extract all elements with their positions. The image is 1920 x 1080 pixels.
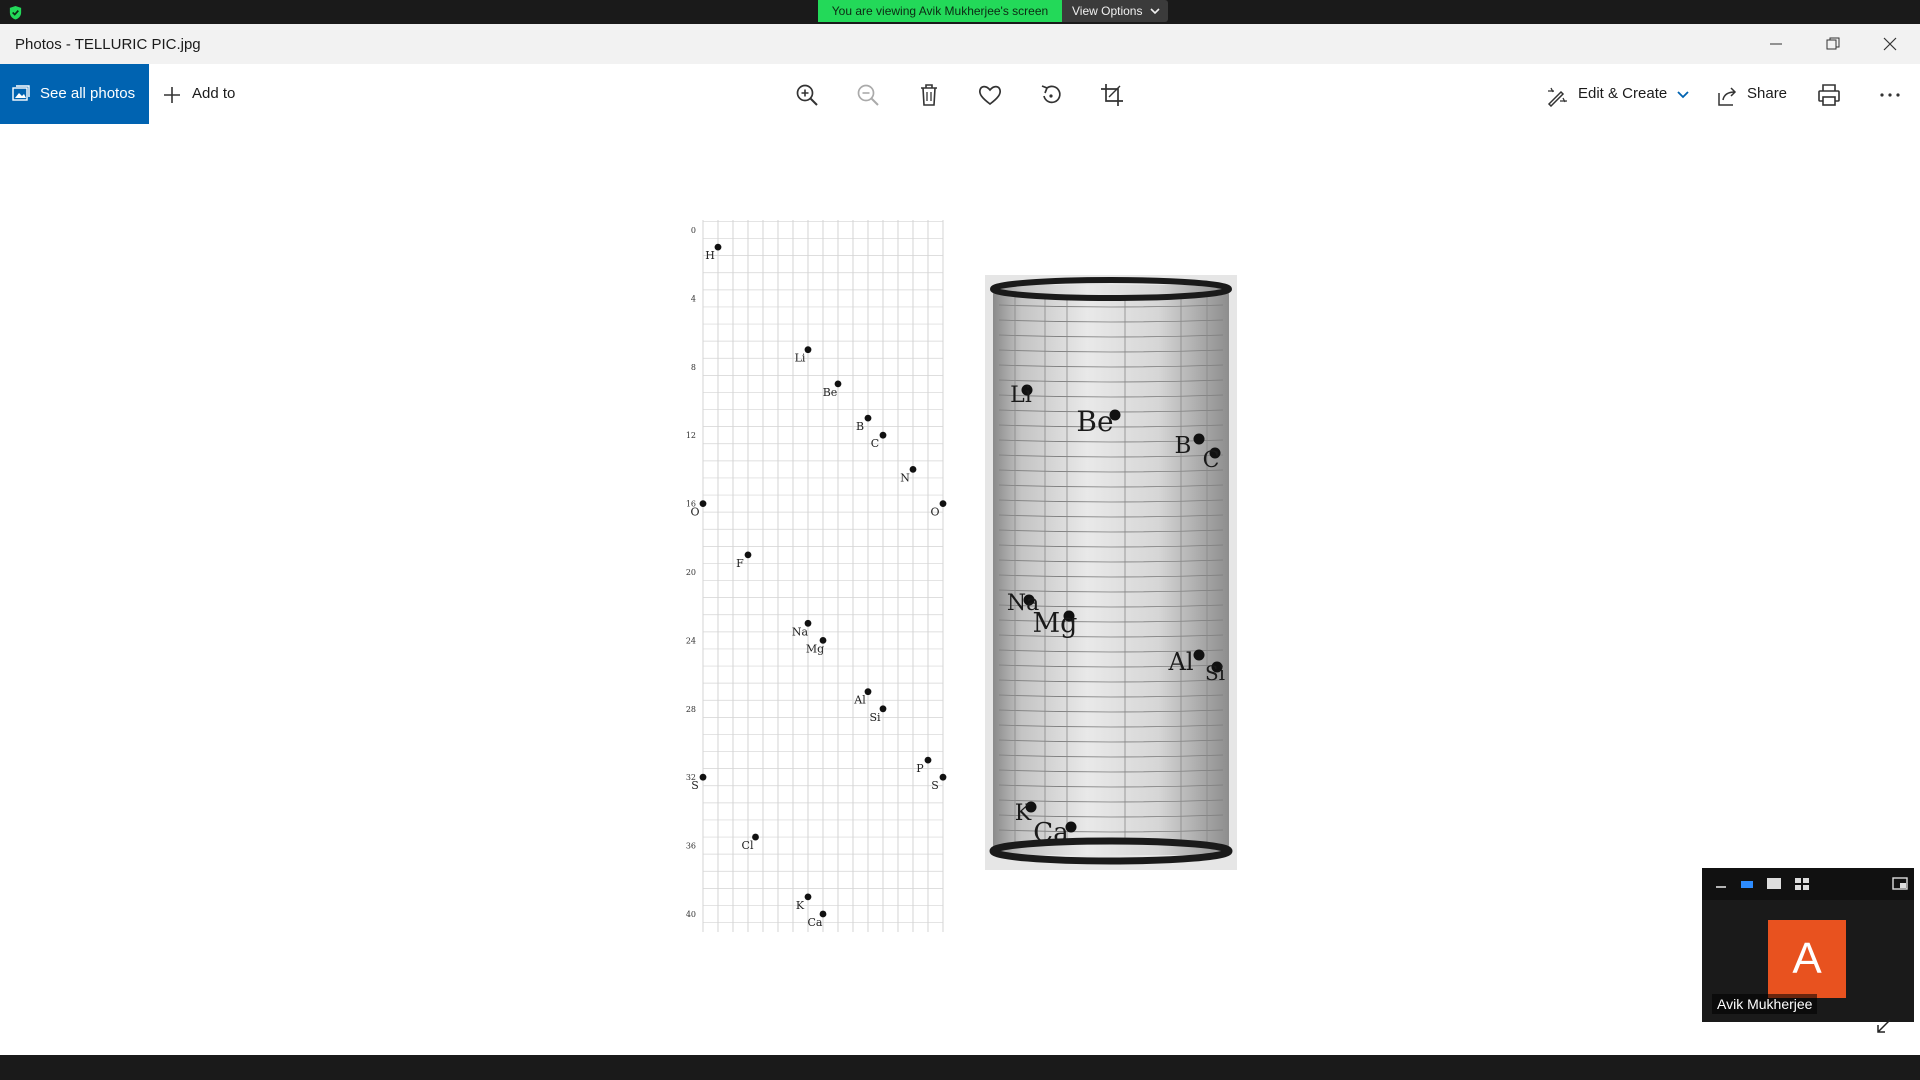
grid-element-label: B xyxy=(856,420,864,433)
grid-element-point xyxy=(924,756,932,764)
axis-tick-label: 28 xyxy=(686,705,696,714)
zoom-in-icon[interactable] xyxy=(794,82,820,108)
close-icon xyxy=(1883,37,1897,51)
grid-element-label: Mg xyxy=(806,642,824,655)
cylinder-element-label: Ca xyxy=(1033,818,1068,848)
shield-icon xyxy=(9,5,22,20)
telluric-cylinder-photo: LiBeBCNaMgAl SiKCa xyxy=(985,275,1237,870)
screen-share-bottom-bar xyxy=(0,1055,1920,1080)
grid-element-label: S xyxy=(691,779,699,792)
delete-icon[interactable] xyxy=(916,82,942,108)
axis-tick-label: 12 xyxy=(686,431,696,440)
grid-element-label: Ca xyxy=(808,916,823,929)
minimize-video-icon[interactable] xyxy=(1714,877,1728,891)
cylinder-element-label: Be xyxy=(1076,405,1113,438)
axis-tick-label: 20 xyxy=(686,568,696,577)
view-options-label: View Options xyxy=(1072,4,1143,18)
grid-element-label: O xyxy=(930,506,939,519)
print-icon[interactable] xyxy=(1816,82,1842,108)
grid-element-label: C xyxy=(871,437,879,450)
add-to-label: Add to xyxy=(192,85,236,102)
close-button[interactable] xyxy=(1862,24,1918,64)
view-options-button[interactable]: View Options xyxy=(1062,0,1168,22)
participant-avatar: A xyxy=(1768,920,1846,998)
resize-icon[interactable] xyxy=(1876,1018,1892,1034)
grid-element-label: Si xyxy=(869,711,881,724)
grid-element-label: P xyxy=(916,762,924,775)
window-title-bar: Photos - TELLURIC PIC.jpg xyxy=(0,24,1920,64)
grid-element-label: F xyxy=(736,557,744,570)
participant-thumbnail[interactable]: A Avik Mukherjee xyxy=(1702,868,1914,1022)
participant-name: Avik Mukherjee xyxy=(1712,994,1818,1014)
rotate-icon[interactable] xyxy=(1038,82,1064,108)
gallery-view-icon[interactable] xyxy=(1794,877,1810,891)
grid-element-point xyxy=(804,893,812,901)
grid-element-label: H xyxy=(705,249,715,262)
edit-create-icon xyxy=(1547,87,1567,107)
cylinder-element-label: Mg xyxy=(1033,608,1078,639)
heart-icon[interactable] xyxy=(977,82,1003,108)
grid-element-label: O xyxy=(690,506,699,519)
share-banner: You are viewing Avik Mukherjee's screen xyxy=(818,0,1062,22)
crop-icon[interactable] xyxy=(1099,82,1125,108)
restore-button[interactable] xyxy=(1805,24,1861,64)
grid-element-label: Na xyxy=(792,625,809,638)
chevron-down-icon xyxy=(1150,8,1160,15)
cylinder-element-point xyxy=(1193,649,1205,661)
see-all-photos-button[interactable]: See all photos xyxy=(0,64,149,124)
grid-element-point xyxy=(864,414,872,422)
grid-element-label: Be xyxy=(823,386,838,399)
exit-thumbnail-icon[interactable] xyxy=(1892,877,1908,891)
grid-element-point xyxy=(879,431,887,439)
thumbnail-controls xyxy=(1702,868,1914,900)
edit-create-button[interactable]: Edit & Create xyxy=(1546,64,1696,124)
more-icon[interactable] xyxy=(1877,82,1903,108)
screen-share-bar: You are viewing Avik Mukherjee's screen … xyxy=(0,0,1920,24)
plus-icon xyxy=(164,87,180,103)
grid-element-point xyxy=(744,551,752,559)
cylinder-element-label: K xyxy=(1015,801,1032,826)
minimize-icon xyxy=(1770,43,1782,45)
cylinder-element-label: C xyxy=(1203,448,1220,473)
axis-tick-label: 24 xyxy=(686,636,696,645)
grid-element-label: Cl xyxy=(742,839,754,852)
cylinder-element-label: B xyxy=(1175,433,1192,459)
grid-element-label: Al xyxy=(853,694,866,707)
grid-element-point xyxy=(804,346,812,354)
window-title: Photos - TELLURIC PIC.jpg xyxy=(15,36,201,53)
grid-element-label: Li xyxy=(795,352,806,365)
grid-element-point xyxy=(699,500,707,507)
grid-element-point xyxy=(909,466,917,473)
grid-element-label: K xyxy=(796,899,805,912)
chevron-down-icon xyxy=(1677,91,1689,99)
cylinder-element-label: Li xyxy=(1010,383,1032,408)
single-view-icon[interactable] xyxy=(1766,877,1782,891)
grid-element-point xyxy=(939,500,947,507)
grid-element-label: S xyxy=(931,779,939,792)
grid-element-point xyxy=(939,773,947,781)
grid-element-point xyxy=(699,773,707,781)
share-button[interactable]: Share xyxy=(1716,64,1796,124)
see-all-photos-label: See all photos xyxy=(40,85,136,102)
cylinder-element-label: Si xyxy=(1205,661,1225,685)
cylinder-element-point xyxy=(1193,433,1205,445)
axis-tick-label: 4 xyxy=(691,294,696,303)
telluric-grid-image: 0481216202428323640 HLiBeBCNO OFNaMgAlSiP… xyxy=(686,220,947,932)
edit-create-label: Edit & Create xyxy=(1578,85,1668,102)
axis-tick-label: 36 xyxy=(686,842,696,851)
share-icon xyxy=(1718,87,1737,106)
restore-icon xyxy=(1826,37,1840,50)
share-label: Share xyxy=(1747,85,1788,102)
photos-icon xyxy=(12,85,30,101)
zoom-out-icon[interactable] xyxy=(855,82,881,108)
cylinder-element-label: Al xyxy=(1167,648,1193,676)
axis-tick-label: 0 xyxy=(691,226,696,235)
grid-element-point xyxy=(879,705,887,713)
grid-element-point xyxy=(714,243,722,251)
axis-tick-label: 8 xyxy=(691,363,696,372)
axis-tick-label: 40 xyxy=(686,910,696,919)
speaker-view-icon[interactable] xyxy=(1740,877,1754,891)
grid-element-label: N xyxy=(900,471,910,484)
minimize-button[interactable] xyxy=(1748,24,1804,64)
